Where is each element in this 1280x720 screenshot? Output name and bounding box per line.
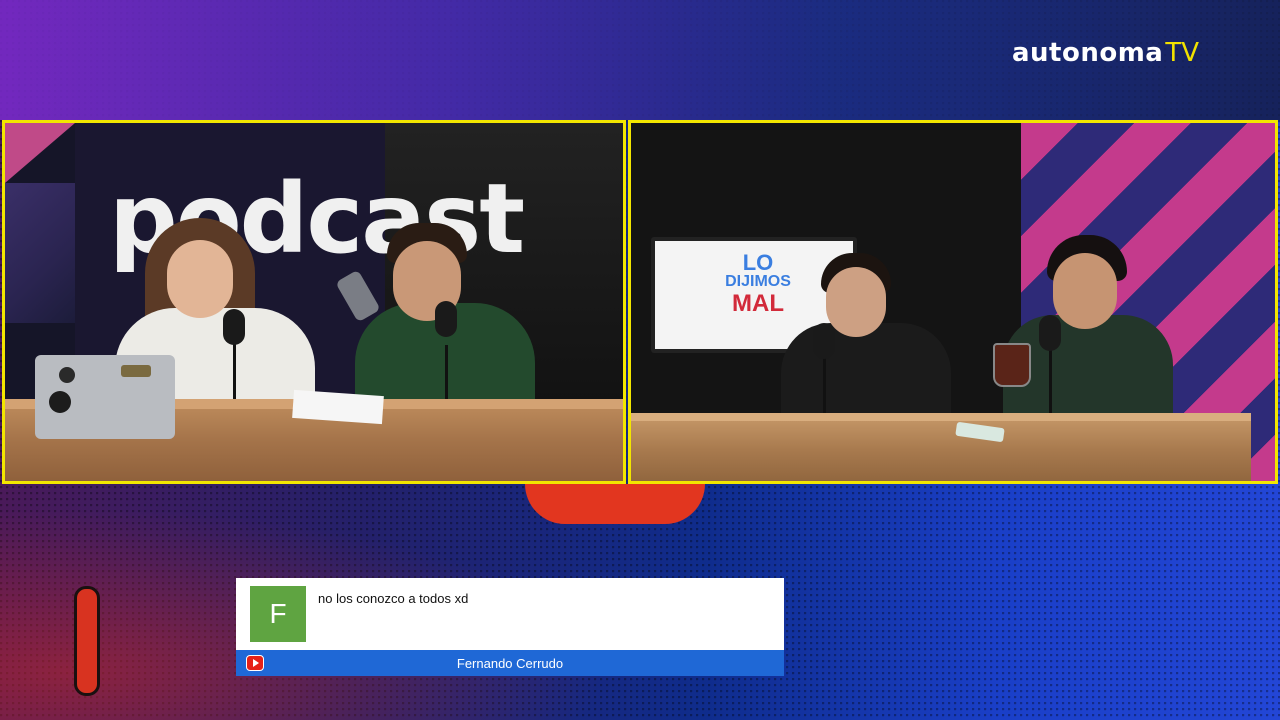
- chat-message-text: no los conozco a todos xd: [318, 591, 469, 606]
- microphone: [223, 309, 245, 345]
- microphone: [435, 301, 457, 337]
- chat-message-box: F no los conozco a todos xd: [236, 578, 784, 650]
- video-panel-left: podcast: [2, 120, 626, 484]
- studio-desk: [631, 413, 1251, 481]
- laptop-sticker: [59, 367, 75, 383]
- mate-cup: [993, 343, 1031, 387]
- chat-overlay: F no los conozco a todos xd Fernando Cer…: [236, 578, 784, 676]
- desk-edge: [631, 413, 1251, 421]
- backdrop-triangle-pink: [5, 123, 75, 183]
- video-panel-right: LO DIJIMOS MAL: [628, 120, 1278, 484]
- avatar: F: [250, 586, 306, 642]
- laptop-sticker: [49, 391, 71, 413]
- logo-main-text: autonoma: [1012, 38, 1164, 68]
- decorative-red-shape: [525, 484, 705, 524]
- decorative-red-ring: [74, 586, 100, 696]
- laptop: [35, 355, 175, 439]
- laptop-sticker: [121, 365, 151, 377]
- chat-author-bar: Fernando Cerrudo: [236, 650, 784, 676]
- chat-author-name: Fernando Cerrudo: [456, 656, 564, 671]
- microphone: [1039, 315, 1061, 351]
- autonomatv-logo: autonoma TV: [1012, 38, 1199, 74]
- backdrop-triangle: [5, 183, 75, 323]
- logo-tv-text: TV: [1165, 38, 1200, 68]
- microphone: [813, 323, 835, 359]
